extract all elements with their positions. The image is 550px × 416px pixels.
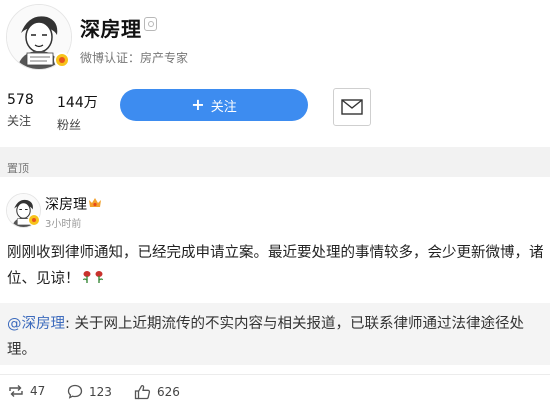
repost-mention-link[interactable]: @深房理 xyxy=(7,316,65,332)
post-text: 刚刚收到律师通知，已经完成申请立案。最近要处理的事情较多，会少更新微博，诸位、见… xyxy=(7,240,547,292)
profile-name: 深房理 xyxy=(80,17,142,41)
comment-icon xyxy=(67,384,83,399)
repost-count: 47 xyxy=(30,384,46,398)
followers-stat[interactable]: 144万 粉丝 xyxy=(57,92,98,133)
wilted-flower-icon xyxy=(95,271,103,283)
followers-label: 粉丝 xyxy=(57,118,82,132)
thumbs-up-icon xyxy=(134,385,151,400)
following-stat[interactable]: 578 关注 xyxy=(7,92,34,129)
plus-icon: + xyxy=(191,95,205,114)
comment-button[interactable]: 123 xyxy=(67,384,112,399)
like-count: 626 xyxy=(157,385,180,399)
message-button[interactable] xyxy=(333,88,371,126)
repost-icon xyxy=(9,385,23,397)
post-author[interactable]: 深房理 xyxy=(45,194,87,214)
section-separator xyxy=(0,147,550,177)
repost-text[interactable]: @深房理: 关于网上近期流传的不实内容与相关报道，已联系律师通过法律途径处理。 xyxy=(7,311,547,363)
vip-crown-icon xyxy=(89,198,101,207)
following-count: 578 xyxy=(7,92,34,108)
profile-header: 深房理 微博认证：房产专家 578 关注 144万 粉丝 + 关注 xyxy=(0,0,550,147)
envelope-icon xyxy=(341,99,363,115)
wilted-flower-icon xyxy=(82,271,90,283)
post-verified-badge-icon xyxy=(28,214,40,226)
post-time: 3小时前 xyxy=(45,219,82,230)
like-button[interactable]: 626 xyxy=(134,384,180,400)
follow-button[interactable]: + 关注 xyxy=(120,89,308,121)
gender-icon xyxy=(144,17,157,31)
action-divider xyxy=(0,374,550,375)
follow-button-label: 关注 xyxy=(210,99,237,115)
repost-body: : 关于网上近期流传的不实内容与相关报道，已联系律师通过法律途径处理。 xyxy=(7,316,524,358)
pinned-label: 置顶 xyxy=(7,162,29,175)
following-label: 关注 xyxy=(7,114,32,128)
followers-count: 144万 xyxy=(57,95,98,111)
comment-count: 123 xyxy=(89,384,112,399)
verified-badge-icon xyxy=(54,52,70,68)
verification-text: 微博认证：房产专家 xyxy=(80,51,189,65)
repost-button[interactable]: 47 xyxy=(8,384,45,398)
